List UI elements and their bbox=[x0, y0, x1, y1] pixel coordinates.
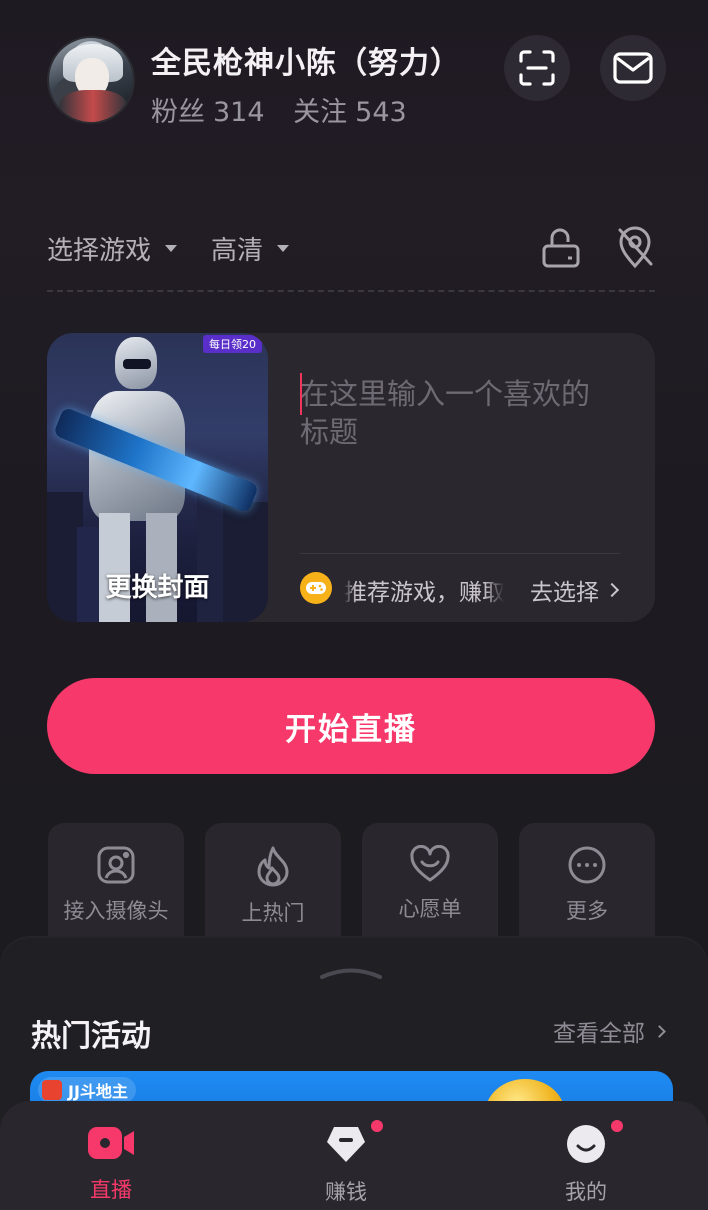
recommend-game-text: 推荐游戏，赚取 bbox=[344, 580, 504, 606]
profile-icon bbox=[567, 1125, 605, 1163]
messages-button[interactable] bbox=[600, 35, 666, 101]
see-all-link[interactable]: 查看全部 bbox=[553, 1014, 666, 1048]
caret-down-icon bbox=[165, 245, 178, 252]
caret-down-icon bbox=[277, 245, 290, 252]
avatar-body bbox=[59, 90, 127, 122]
scan-button[interactable] bbox=[504, 35, 570, 101]
quality-selector[interactable]: 高清 bbox=[211, 230, 290, 267]
fans-stat[interactable]: 粉丝 314 bbox=[151, 97, 265, 128]
stream-setup-card: 每日领20 更换封面 推荐游戏，赚取 去选择 bbox=[47, 333, 655, 622]
go-select-label: 去选择 bbox=[530, 580, 599, 606]
see-all-label: 查看全部 bbox=[553, 1021, 645, 1047]
go-select-link[interactable]: 去选择 bbox=[530, 573, 620, 607]
tool-more[interactable]: 更多 bbox=[519, 823, 655, 953]
cover-robot-visor bbox=[123, 359, 151, 369]
nav-label: 我的 bbox=[565, 1180, 607, 1204]
banner-brand: JJ斗地主 bbox=[38, 1077, 136, 1103]
gamepad-icon bbox=[300, 572, 332, 604]
divider bbox=[47, 290, 655, 292]
card-divider bbox=[300, 553, 620, 554]
notification-badge bbox=[371, 1120, 383, 1132]
hot-activities-title: 热门活动 bbox=[31, 1019, 151, 1054]
following-count: 543 bbox=[355, 97, 407, 128]
flame-icon bbox=[257, 846, 289, 887]
game-selector[interactable]: 选择游戏 bbox=[47, 230, 178, 267]
camera-icon bbox=[97, 846, 135, 884]
tool-camera[interactable]: 接入摄像头 bbox=[48, 823, 184, 953]
following-stat[interactable]: 关注 543 bbox=[293, 97, 407, 128]
nav-label: 赚钱 bbox=[325, 1180, 367, 1204]
cover-building bbox=[223, 502, 268, 622]
change-cover-label: 更换封面 bbox=[105, 573, 210, 603]
notification-badge bbox=[611, 1120, 623, 1132]
tool-label: 更多 bbox=[566, 899, 608, 923]
live-camera-icon bbox=[88, 1127, 134, 1159]
game-selector-label: 选择游戏 bbox=[47, 236, 152, 266]
nav-live[interactable]: 直播 bbox=[41, 1124, 181, 1204]
tool-hot[interactable]: 上热门 bbox=[205, 823, 341, 953]
more-icon bbox=[568, 846, 606, 884]
mail-icon bbox=[613, 52, 653, 84]
chevron-right-icon bbox=[604, 582, 620, 598]
text-cursor bbox=[300, 373, 302, 415]
fans-count: 314 bbox=[213, 97, 265, 128]
tool-label: 接入摄像头 bbox=[63, 899, 169, 923]
following-label: 关注 bbox=[293, 97, 348, 128]
nav-earn[interactable]: 赚钱 bbox=[276, 1124, 416, 1206]
chevron-right-icon bbox=[653, 1024, 666, 1038]
avatar[interactable] bbox=[47, 36, 135, 124]
location-off-icon[interactable] bbox=[614, 226, 656, 270]
quality-selector-label: 高清 bbox=[211, 236, 264, 266]
nav-mine[interactable]: 我的 bbox=[516, 1124, 656, 1206]
cover-tag: 每日领20 bbox=[203, 335, 262, 353]
tool-label: 心愿单 bbox=[398, 897, 462, 921]
follow-stats: 粉丝 314 关注 543 bbox=[151, 90, 427, 129]
start-live-button[interactable]: 开始直播 bbox=[47, 678, 655, 774]
earn-icon bbox=[327, 1127, 365, 1162]
title-input[interactable] bbox=[300, 375, 610, 465]
banner-brand-label: JJ斗地主 bbox=[68, 1082, 128, 1101]
fans-label: 粉丝 bbox=[151, 97, 205, 128]
sheet-handle-icon[interactable] bbox=[318, 966, 384, 980]
heart-icon bbox=[410, 845, 450, 882]
scan-icon bbox=[519, 50, 555, 86]
nav-label: 直播 bbox=[90, 1178, 132, 1202]
screen-rotate-icon[interactable] bbox=[540, 228, 582, 270]
banner-logo-icon bbox=[42, 1080, 62, 1100]
username[interactable]: 全民枪神小陈（努力） bbox=[151, 38, 461, 82]
tool-label: 上热门 bbox=[241, 901, 305, 925]
cover-image[interactable]: 每日领20 更换封面 bbox=[47, 333, 268, 622]
tool-wishlist[interactable]: 心愿单 bbox=[362, 823, 498, 953]
